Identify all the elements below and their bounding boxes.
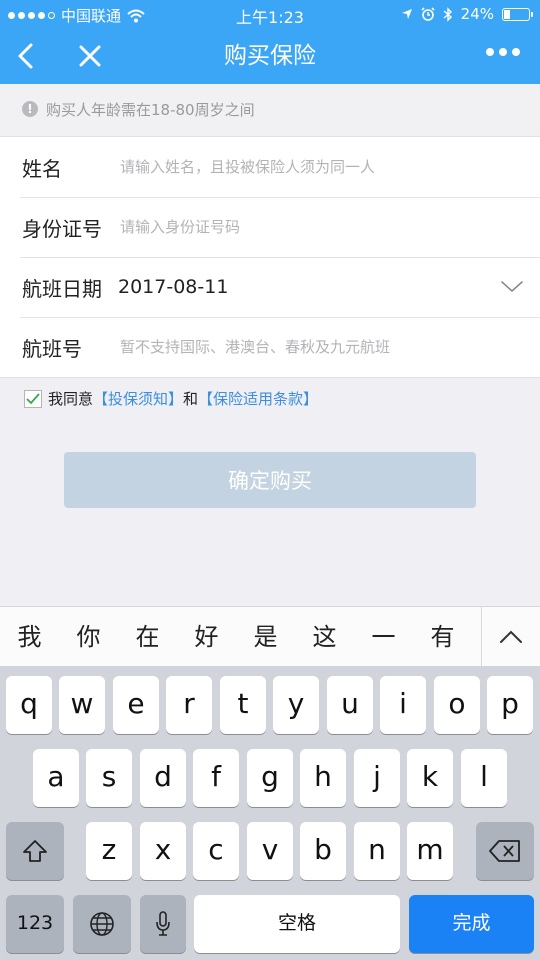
close-button[interactable] [70, 36, 110, 76]
status-right: 24% [401, 5, 533, 23]
checkmark-icon [26, 392, 40, 404]
key-e[interactable]: e [113, 676, 159, 734]
id-number-input[interactable] [118, 217, 540, 237]
status-bar: 中国联通 上午1:23 24% [0, 0, 540, 28]
key-d[interactable]: d [140, 749, 186, 807]
close-icon [79, 45, 101, 67]
numbers-key[interactable]: 123 [6, 895, 64, 953]
candidate-word[interactable]: 我 [0, 607, 59, 667]
key-x[interactable]: x [140, 822, 186, 880]
key-n[interactable]: n [354, 822, 400, 880]
key-o[interactable]: o [434, 676, 480, 734]
key-k[interactable]: k [407, 749, 453, 807]
key-b[interactable]: b [300, 822, 346, 880]
flight-number-label: 航班号 [22, 336, 82, 361]
shift-icon [23, 840, 47, 862]
chevron-down-icon[interactable] [500, 275, 524, 299]
more-dots-icon[interactable] [486, 48, 520, 56]
key-a[interactable]: a [33, 749, 79, 807]
key-r[interactable]: r [166, 676, 212, 734]
key-p[interactable]: p [487, 676, 533, 734]
flight-number-row: 航班号 [0, 317, 540, 377]
microphone-icon [156, 911, 170, 936]
flight-date-label: 航班日期 [22, 276, 102, 301]
alarm-icon [421, 7, 435, 21]
key-c[interactable]: c [193, 822, 239, 880]
name-row: 姓名 [0, 137, 540, 197]
key-y[interactable]: y [273, 676, 319, 734]
id-label: 身份证号 [22, 216, 102, 241]
shift-key[interactable] [6, 822, 64, 880]
battery-level [504, 9, 510, 19]
confirm-purchase-button[interactable]: 确定购买 [64, 452, 476, 508]
age-notice-text: 购买人年龄需在18-80周岁之间 [46, 100, 255, 119]
backspace-icon [489, 840, 520, 862]
expand-candidates-button[interactable] [481, 607, 540, 667]
battery-percent: 24% [460, 5, 494, 23]
key-g[interactable]: g [247, 749, 293, 807]
insurance-terms-link[interactable]: 【保险适用条款】 [198, 388, 318, 409]
insurance-form: 姓名 身份证号 航班日期 2017-08-11 航班号 [0, 136, 540, 378]
key-q[interactable]: q [6, 676, 52, 734]
key-u[interactable]: u [327, 676, 373, 734]
key-f[interactable]: f [193, 749, 239, 807]
key-s[interactable]: s [86, 749, 132, 807]
location-icon [401, 9, 412, 19]
key-v[interactable]: v [247, 822, 293, 880]
app-header: 中国联通 上午1:23 24% 购买保险 [0, 0, 540, 84]
key-h[interactable]: h [300, 749, 346, 807]
candidate-word[interactable]: 是 [236, 607, 295, 667]
candidate-word[interactable]: 在 [118, 607, 177, 667]
candidate-word[interactable]: 一 [354, 607, 413, 667]
candidate-word[interactable]: 你 [59, 607, 118, 667]
candidate-list: 我 你 在 好 是 这 一 有 [0, 607, 482, 667]
chevron-up-icon [500, 630, 522, 643]
name-input[interactable] [118, 157, 540, 177]
info-icon: ! [22, 101, 38, 117]
back-button[interactable] [6, 36, 46, 76]
insurance-notice-link[interactable]: 【投保须知】 [93, 388, 183, 409]
done-key[interactable]: 完成 [409, 895, 534, 953]
key-w[interactable]: w [59, 676, 105, 734]
key-z[interactable]: z [86, 822, 132, 880]
battery-icon [502, 7, 533, 21]
microphone-key[interactable] [140, 895, 186, 953]
agreement: 我同意 【投保须知】 和 【保险适用条款】 [24, 388, 318, 409]
flight-date-value[interactable]: 2017-08-11 [118, 276, 540, 298]
key-m[interactable]: m [407, 822, 453, 880]
age-notice: ! 购买人年龄需在18-80周岁之间 [0, 84, 540, 134]
candidate-word[interactable]: 这 [295, 607, 354, 667]
name-label: 姓名 [22, 156, 62, 181]
space-key[interactable]: 空格 [194, 895, 400, 953]
candidate-word[interactable]: 有 [413, 607, 472, 667]
chevron-left-icon [18, 43, 33, 69]
key-j[interactable]: j [354, 749, 400, 807]
key-i[interactable]: i [380, 676, 426, 734]
backspace-key[interactable] [476, 822, 534, 880]
keyboard: q w e r t y u i o p a s d f g h j k l z … [0, 666, 540, 960]
candidate-bar: 我 你 在 好 是 这 一 有 [0, 606, 540, 667]
key-t[interactable]: t [220, 676, 266, 734]
nav-bar: 购买保险 [0, 28, 540, 84]
agree-prefix: 我同意 [48, 390, 94, 408]
id-row: 身份证号 [0, 197, 540, 257]
agree-middle: 和 [183, 390, 199, 408]
candidate-word[interactable]: 好 [177, 607, 236, 667]
key-l[interactable]: l [461, 749, 507, 807]
flight-date-row[interactable]: 航班日期 2017-08-11 [0, 257, 540, 317]
bluetooth-icon [443, 6, 452, 22]
flight-number-input[interactable] [118, 337, 540, 357]
globe-key[interactable] [73, 895, 131, 953]
agree-checkbox[interactable] [24, 389, 42, 408]
globe-icon [90, 912, 114, 936]
